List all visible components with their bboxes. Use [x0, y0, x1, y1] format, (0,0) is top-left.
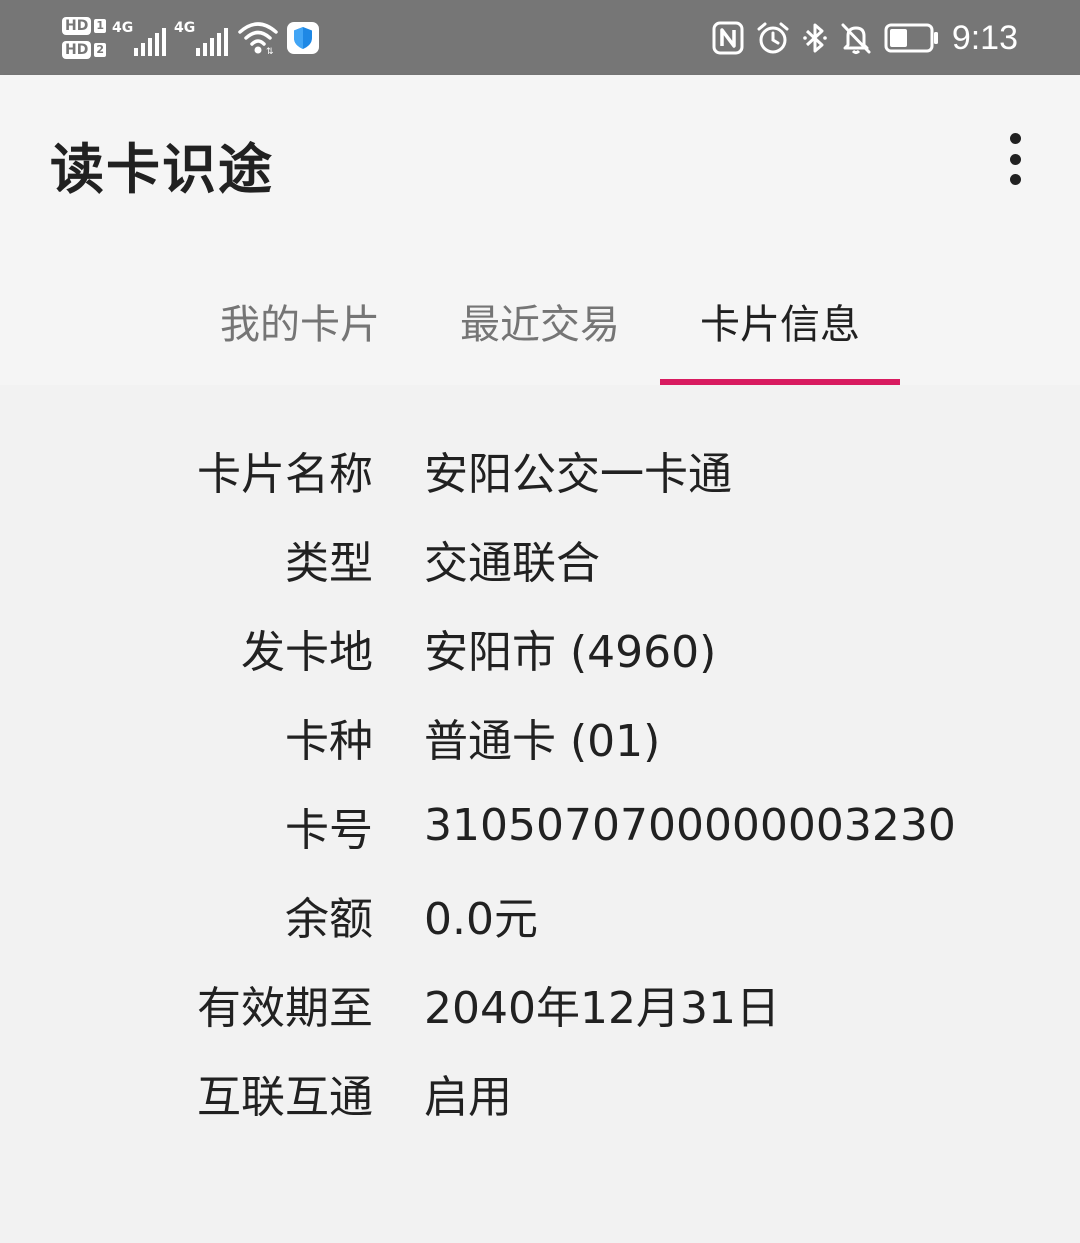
info-label: 互联互通 — [197, 1071, 373, 1123]
signal-icon: 4G — [174, 20, 228, 56]
svg-text:⇅: ⇅ — [266, 47, 274, 56]
status-bar: HD 1 HD 2 4G 4G ⇅ 9:13 — [0, 0, 1080, 75]
info-value: 安阳公交一卡通 — [424, 448, 732, 500]
tab-label: 我的卡片 — [220, 302, 380, 348]
info-row-card-number: 卡号 3105070700000003230 — [0, 781, 1080, 870]
network-type-label: 4G — [112, 20, 134, 36]
info-row-expiry: 有效期至 2040年12月31日 — [0, 959, 1080, 1048]
info-label: 有效期至 — [197, 982, 373, 1034]
signal-icon: 4G — [112, 20, 166, 56]
info-row-balance: 余额 0.0元 — [0, 870, 1080, 959]
info-label: 发卡地 — [241, 626, 373, 678]
alarm-icon — [756, 21, 790, 55]
tab-recent-transactions[interactable]: 最近交易 — [420, 270, 660, 385]
hd-indicator-sim2: HD 2 — [62, 41, 106, 59]
info-row-interconnect: 互联互通 启用 — [0, 1048, 1080, 1137]
hd-badge: HD — [62, 41, 92, 59]
app-title: 读卡识途 — [50, 138, 274, 201]
info-value: 2040年12月31日 — [424, 982, 780, 1034]
sim-number: 2 — [94, 43, 106, 57]
hd-badge: HD — [62, 17, 92, 35]
battery-icon — [884, 23, 940, 53]
info-value: 0.0元 — [424, 893, 538, 945]
tab-bar: 我的卡片 最近交易 卡片信息 — [180, 270, 900, 385]
info-label: 卡号 — [285, 804, 373, 856]
hd-indicator-sim1: HD 1 — [62, 17, 106, 35]
info-row-card-name: 卡片名称 安阳公交一卡通 — [0, 425, 1080, 514]
info-label: 卡种 — [285, 715, 373, 767]
status-left-group: HD 1 HD 2 4G 4G ⇅ — [62, 8, 320, 68]
notifications-off-icon — [840, 21, 872, 55]
info-row-issuer: 发卡地 安阳市 (4960) — [0, 603, 1080, 692]
tab-card-info[interactable]: 卡片信息 — [660, 270, 900, 385]
info-value: 普通卡 (01) — [424, 715, 661, 767]
tab-label: 卡片信息 — [700, 302, 860, 348]
info-label: 类型 — [285, 537, 373, 589]
info-value: 安阳市 (4960) — [424, 626, 717, 678]
info-label: 余额 — [285, 893, 373, 945]
status-time: 9:13 — [951, 18, 1018, 57]
tab-label: 最近交易 — [460, 302, 620, 348]
network-type-label: 4G — [174, 20, 196, 36]
shield-icon — [286, 21, 320, 55]
tab-my-cards[interactable]: 我的卡片 — [180, 270, 420, 385]
bluetooth-icon — [802, 21, 828, 55]
hd-indicators: HD 1 HD 2 — [62, 17, 106, 59]
wifi-icon: ⇅ — [238, 20, 278, 57]
card-info-panel: 卡片名称 安阳公交一卡通 类型 交通联合 发卡地 安阳市 (4960) 卡种 普… — [0, 385, 1080, 1243]
sim-number: 1 — [94, 19, 106, 33]
nfc-icon — [712, 21, 744, 55]
info-value: 3105070700000003230 — [424, 800, 956, 851]
info-row-card-kind: 卡种 普通卡 (01) — [0, 692, 1080, 781]
more-vert-icon[interactable] — [1000, 133, 1030, 185]
info-row-type: 类型 交通联合 — [0, 514, 1080, 603]
status-right-group: 9:13 — [712, 12, 1018, 64]
app-bar: 读卡识途 我的卡片 最近交易 卡片信息 — [0, 75, 1080, 385]
info-label: 卡片名称 — [197, 448, 373, 500]
info-value: 交通联合 — [424, 537, 600, 589]
info-value: 启用 — [424, 1071, 512, 1123]
